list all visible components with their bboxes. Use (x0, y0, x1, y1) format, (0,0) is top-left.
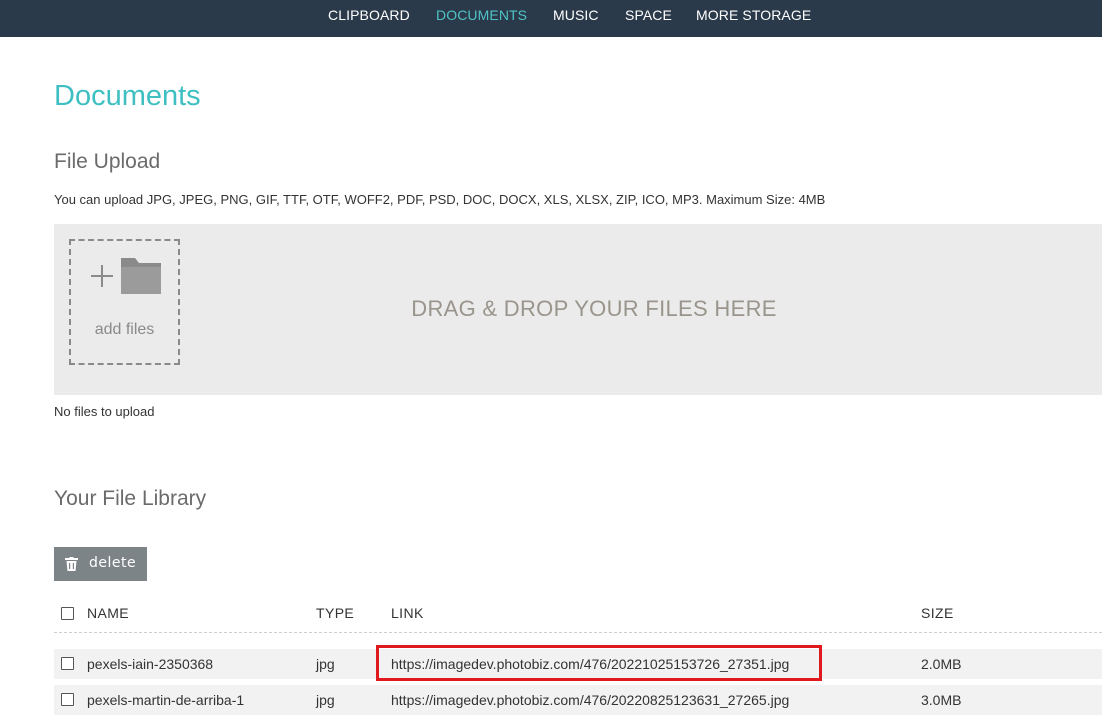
nav-more-storage[interactable]: MORE STORAGE (696, 0, 811, 30)
table-row[interactable]: pexels-iain-2350368 jpg https://imagedev… (54, 645, 1102, 681)
nav-clipboard[interactable]: CLIPBOARD (328, 0, 410, 30)
drop-zone-text: DRAG & DROP YOUR FILES HERE (411, 296, 777, 321)
top-nav: CLIPBOARD DOCUMENTS MUSIC SPACE MORE STO… (0, 0, 1102, 37)
file-name: pexels-martin-de-arriba-1 (87, 692, 245, 708)
table-header: NAME TYPE LINK SIZE (54, 595, 1102, 633)
file-size: 3.0MB (921, 692, 962, 708)
select-all-checkbox[interactable] (61, 607, 74, 620)
nav-documents[interactable]: DOCUMENTS (436, 0, 527, 30)
file-link[interactable]: https://imagedev.photobiz.com/476/202210… (391, 656, 789, 672)
add-files-label: add files (94, 321, 155, 338)
plus-icon (91, 265, 113, 287)
row-checkbox[interactable] (61, 657, 74, 670)
column-size[interactable]: SIZE (921, 605, 954, 621)
nav-music[interactable]: MUSIC (553, 0, 599, 30)
file-upload-title: File Upload (54, 150, 161, 173)
page-title: Documents (54, 80, 201, 112)
trash-icon (65, 557, 78, 571)
upload-info-text: You can upload JPG, JPEG, PNG, GIF, TTF,… (54, 192, 826, 207)
table-row[interactable]: pexels-martin-de-arriba-1 jpg https://im… (54, 685, 1102, 715)
delete-label: delete (89, 555, 137, 571)
upload-status: No files to upload (54, 404, 155, 419)
delete-button[interactable]: delete (54, 547, 147, 581)
file-library-title: Your File Library (54, 487, 207, 510)
nav-space[interactable]: SPACE (625, 0, 672, 30)
file-name: pexels-iain-2350368 (87, 656, 214, 672)
column-link[interactable]: LINK (391, 605, 424, 621)
folder-icon (121, 258, 161, 294)
file-size: 2.0MB (921, 656, 962, 672)
file-table: NAME TYPE LINK SIZE pexels-iain-2350368 … (54, 595, 1102, 715)
column-name[interactable]: NAME (87, 605, 129, 621)
file-type: jpg (316, 656, 335, 672)
file-type: jpg (316, 692, 335, 708)
file-link[interactable]: https://imagedev.photobiz.com/476/202208… (391, 692, 789, 708)
column-type[interactable]: TYPE (316, 605, 354, 621)
drop-zone[interactable]: add files DRAG & DROP YOUR FILES HERE (54, 224, 1102, 395)
row-checkbox[interactable] (61, 693, 74, 706)
